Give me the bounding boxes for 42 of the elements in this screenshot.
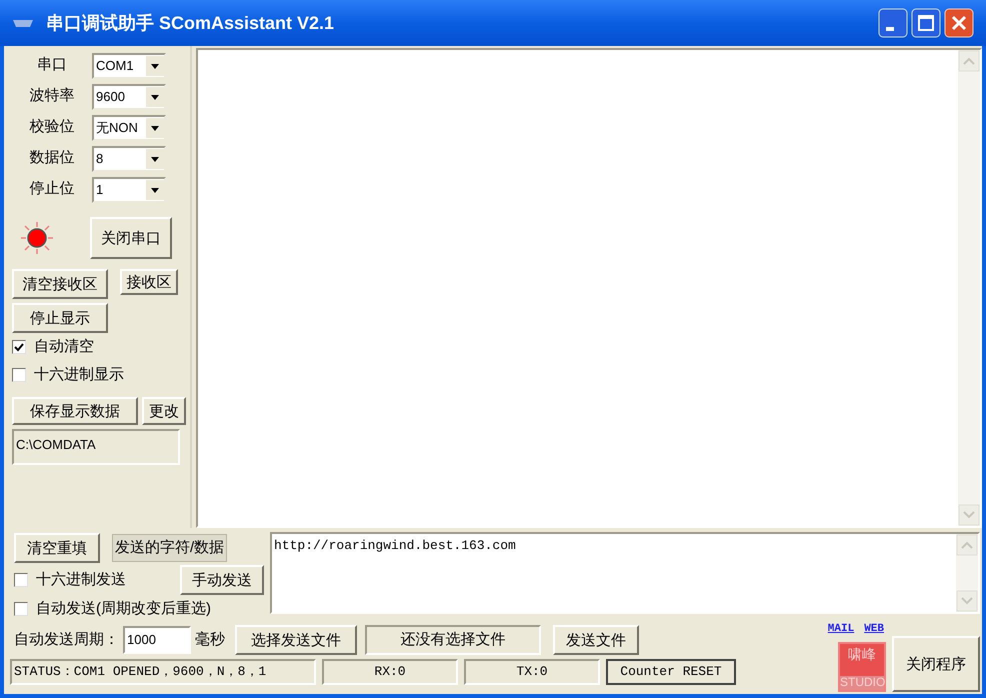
tx-counter: TX:0: [464, 659, 600, 685]
close-port-button[interactable]: 关闭串口: [90, 217, 172, 259]
link[interactable]: WEB: [864, 624, 884, 634]
checkbox-label: 自动清空: [34, 336, 94, 357]
period-label: 自动发送周期：: [14, 630, 119, 650]
save-display-button[interactable]: 保存显示数据: [12, 397, 138, 425]
status-text: STATUS：COM1 OPENED，9600，N，8，1: [10, 659, 316, 685]
counter-reset-button[interactable]: Counter RESET: [606, 659, 736, 685]
close-program-button[interactable]: 关闭程序: [892, 636, 980, 692]
dropdown[interactable]: COM1: [92, 52, 166, 78]
setting-label: 停止位: [28, 179, 76, 200]
dropdown[interactable]: 9600: [92, 84, 166, 110]
send-text: http://roaringwind.best.163.com: [273, 537, 517, 555]
manual-send-button[interactable]: 手动发送: [180, 565, 264, 595]
send-file-button[interactable]: 发送文件: [553, 625, 639, 655]
period-input[interactable]: 1000: [123, 626, 191, 654]
setting-label: 数据位: [28, 148, 76, 168]
setting-label: 串口: [36, 55, 68, 76]
checkbox-label: 十六进制显示: [34, 364, 124, 385]
checkbox-label: 自动发送(周期改变后重选): [36, 598, 211, 619]
rx-counter: RX:0: [322, 659, 458, 685]
logo-text: 啸峰: [848, 645, 876, 661]
checkbox-label: 十六进制发送: [36, 570, 126, 590]
send-text-area[interactable]: http://roaringwind.best.163.com: [270, 532, 980, 614]
dropdown[interactable]: 1: [92, 176, 166, 202]
clear-receive-button[interactable]: 清空接收区: [12, 269, 108, 299]
file-name-field: 还没有选择文件: [365, 625, 541, 655]
change-path-button[interactable]: 更改: [142, 397, 186, 425]
stop-display-button[interactable]: 停止显示: [12, 303, 108, 333]
send-data-label: 发送的字符/数据: [112, 534, 228, 562]
link[interactable]: MAIL: [828, 624, 854, 634]
setting-label: 波特率: [28, 86, 76, 106]
period-unit: 毫秒: [195, 630, 225, 650]
logo-text: STUDIO: [840, 676, 884, 690]
window-title: 串口调试助手 SComAssistant V2.1: [46, 12, 336, 34]
setting-label: 校验位: [28, 117, 76, 138]
receive-area-button[interactable]: 接收区: [120, 269, 178, 295]
dropdown[interactable]: 8: [92, 146, 166, 172]
dropdown[interactable]: 无NON: [92, 114, 166, 140]
choose-file-button[interactable]: 选择发送文件: [235, 625, 357, 655]
path-field: C:\COMDATA: [12, 429, 180, 465]
clear-send-button[interactable]: 清空重填: [14, 533, 100, 563]
